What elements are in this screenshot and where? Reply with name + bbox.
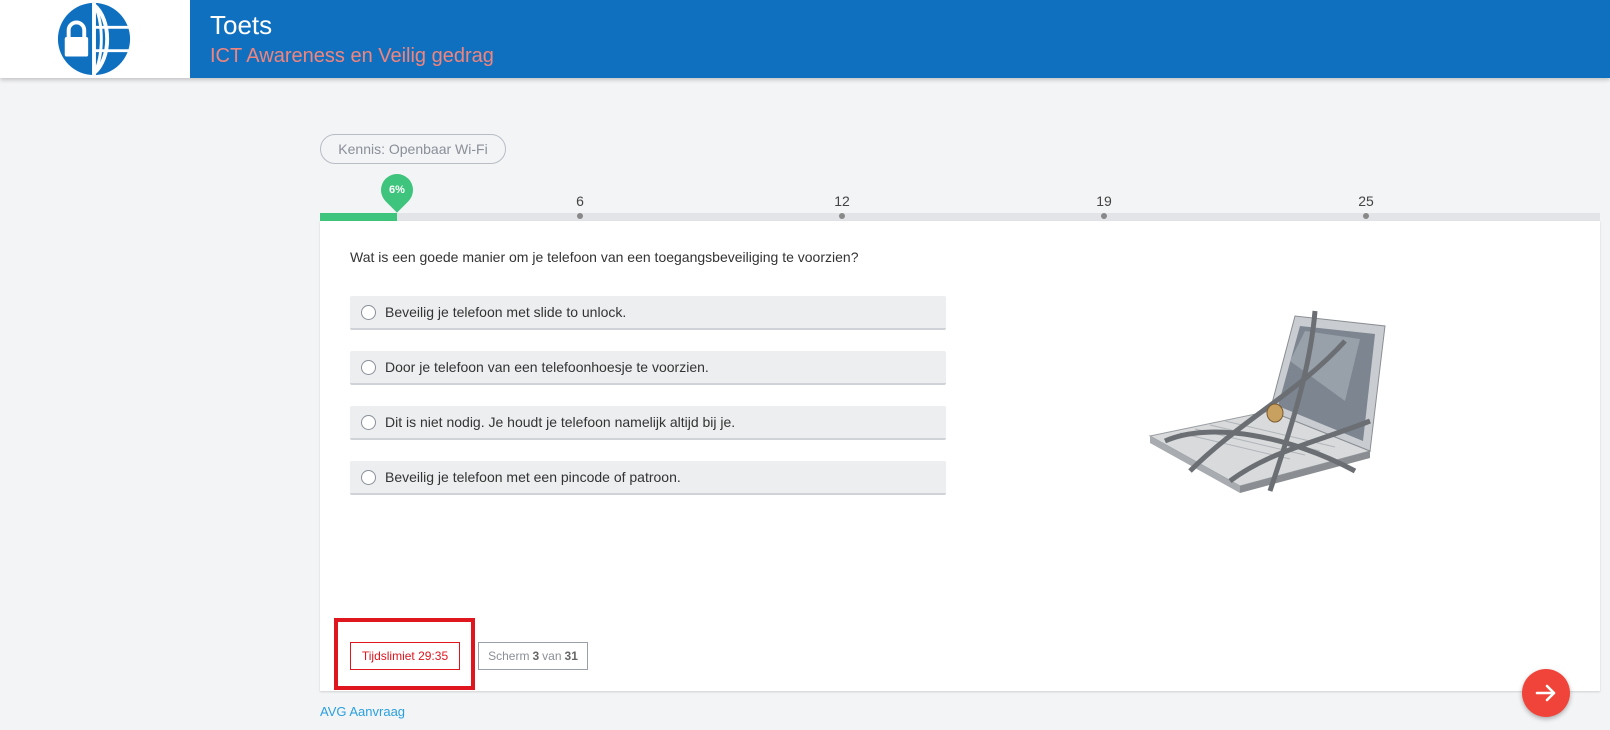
next-button[interactable]	[1522, 669, 1570, 717]
radio-icon[interactable]	[361, 469, 376, 485]
progress-bar	[320, 213, 1600, 221]
answer-option-1[interactable]: Beveilig je telefoon met slide to unlock…	[350, 296, 946, 330]
answer-label: Dit is niet nodig. Je houdt je telefoon …	[385, 414, 736, 430]
progress-milestone-dot	[1101, 213, 1107, 219]
screen-mid: van	[542, 649, 562, 663]
category-badge: Kennis: Openbaar Wi-Fi	[320, 134, 506, 164]
answer-label: Door je telefoon van een telefoonhoesje …	[385, 359, 709, 375]
progress-percent-label: 6%	[388, 184, 405, 196]
question-text: Wat is een goede manier om je telefoon v…	[350, 249, 859, 265]
radio-icon[interactable]	[361, 414, 376, 430]
logo-container	[0, 0, 190, 78]
progress-milestone-label: 19	[1096, 193, 1112, 209]
screen-counter: Scherm 3 van 31	[478, 642, 588, 670]
screen-prefix: Scherm	[488, 649, 530, 663]
course-subtitle: ICT Awareness en Veilig gedrag	[210, 45, 494, 67]
progress-milestone-dot	[839, 213, 845, 219]
progress-milestone-dot	[1363, 213, 1369, 219]
progress-milestone-label: 6	[576, 193, 584, 209]
radio-icon[interactable]	[361, 304, 376, 320]
answer-option-2[interactable]: Door je telefoon van een telefoonhoesje …	[350, 351, 946, 385]
progress-milestone-dot	[577, 213, 583, 219]
answer-label: Beveilig je telefoon met slide to unlock…	[385, 304, 627, 320]
arrow-right-icon	[1535, 684, 1556, 702]
progress-milestone-label: 12	[834, 193, 850, 209]
answer-label: Beveilig je telefoon met een pincode of …	[385, 469, 681, 485]
answer-option-3[interactable]: Dit is niet nodig. Je houdt je telefoon …	[350, 406, 946, 440]
screen-current: 3	[532, 649, 540, 663]
time-limit-badge: Tijdslimiet 29:35	[350, 642, 460, 670]
answer-option-4[interactable]: Beveilig je telefoon met een pincode of …	[350, 461, 946, 495]
progress-percent-bubble: 6%	[374, 167, 420, 213]
lock-globe-icon	[57, 2, 131, 76]
app-header: Toets ICT Awareness en Veilig gedrag	[0, 0, 1610, 78]
page-title: Toets	[210, 10, 273, 40]
question-card: Wat is een goede manier om je telefoon v…	[320, 221, 1600, 691]
progress-fill	[320, 213, 397, 221]
chained-laptop-icon	[1148, 310, 1386, 493]
screen-total: 31	[564, 649, 578, 663]
radio-icon[interactable]	[361, 359, 376, 375]
avg-request-link[interactable]: AVG Aanvraag	[320, 704, 405, 719]
progress-milestone-label: 25	[1358, 193, 1374, 209]
